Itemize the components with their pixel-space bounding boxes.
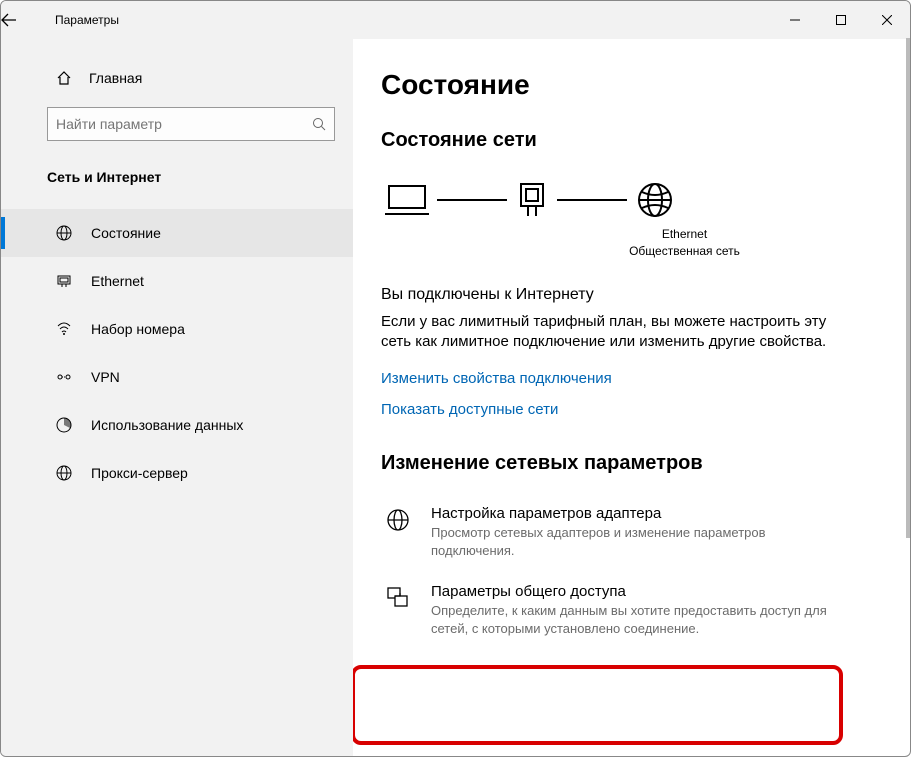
sidebar-item-dialup[interactable]: Набор номера <box>1 305 353 353</box>
highlight-annotation <box>353 665 843 745</box>
adapter-icon <box>385 505 415 559</box>
sharing-title: Параметры общего доступа <box>431 583 847 600</box>
sidebar-item-vpn[interactable]: VPN <box>1 353 353 401</box>
window-controls <box>772 1 910 39</box>
home-link[interactable]: Главная <box>1 61 353 103</box>
data-usage-icon <box>55 416 73 434</box>
back-button[interactable] <box>1 12 43 28</box>
sidebar-item-label: Набор номера <box>91 321 185 337</box>
sidebar-item-ethernet[interactable]: Ethernet <box>1 257 353 305</box>
arrow-left-icon <box>1 12 17 28</box>
title-bar: Параметры <box>1 1 910 39</box>
home-icon <box>55 69 73 87</box>
search-input[interactable] <box>56 116 312 132</box>
adapter-desc: Просмотр сетевых адаптеров и изменение п… <box>431 524 847 559</box>
change-connection-properties-link[interactable]: Изменить свойства подключения <box>381 370 880 387</box>
computer-icon <box>385 182 429 218</box>
content-area: Главная Сеть и Интернет Состояние <box>1 39 910 756</box>
ethernet-icon <box>55 272 73 290</box>
home-label: Главная <box>89 70 142 86</box>
show-available-networks-link[interactable]: Показать доступные сети <box>381 401 880 418</box>
proxy-icon <box>55 464 73 482</box>
sharing-settings-row[interactable]: Параметры общего доступа Определите, к к… <box>381 571 851 649</box>
scrollbar[interactable] <box>906 38 910 756</box>
sidebar-item-label: Прокси-сервер <box>91 465 188 481</box>
diagram-line <box>557 199 627 201</box>
sharing-icon <box>385 583 415 637</box>
sidebar-item-datausage[interactable]: Использование данных <box>1 401 353 449</box>
sidebar-item-status[interactable]: Состояние <box>1 209 353 257</box>
maximize-icon <box>836 15 846 25</box>
sidebar-item-label: Использование данных <box>91 417 243 433</box>
adapter-settings-row[interactable]: Настройка параметров адаптера Просмотр с… <box>381 493 851 571</box>
status-icon <box>55 224 73 242</box>
sidebar-item-label: VPN <box>91 369 120 385</box>
window-title: Параметры <box>43 13 772 27</box>
search-icon <box>312 117 326 131</box>
sidebar-item-label: Ethernet <box>91 273 144 289</box>
scrollbar-thumb[interactable] <box>906 38 910 538</box>
maximize-button[interactable] <box>818 1 864 39</box>
connection-type: Общественная сеть <box>489 243 880 260</box>
vpn-icon <box>55 368 73 386</box>
connection-name: Ethernet <box>489 226 880 243</box>
sidebar: Главная Сеть и Интернет Состояние <box>1 39 353 756</box>
change-settings-heading: Изменение сетевых параметров <box>381 452 880 475</box>
minimize-button[interactable] <box>772 1 818 39</box>
sidebar-item-label: Состояние <box>91 225 161 241</box>
diagram-labels: Ethernet Общественная сеть <box>489 226 880 260</box>
dialup-icon <box>55 320 73 338</box>
close-icon <box>882 15 892 25</box>
router-icon <box>515 180 549 220</box>
sharing-text: Параметры общего доступа Определите, к к… <box>431 583 847 637</box>
category-title: Сеть и Интернет <box>1 141 353 199</box>
search-box[interactable] <box>47 107 335 141</box>
sidebar-item-proxy[interactable]: Прокси-сервер <box>1 449 353 497</box>
main-content: Состояние Состояние сети Ethernet Общест… <box>353 39 910 756</box>
connected-body: Если у вас лимитный тарифный план, вы мо… <box>381 312 841 353</box>
adapter-title: Настройка параметров адаптера <box>431 505 847 522</box>
page-title: Состояние <box>381 69 880 101</box>
close-button[interactable] <box>864 1 910 39</box>
connected-heading: Вы подключены к Интернету <box>381 286 880 304</box>
network-diagram <box>381 170 880 226</box>
settings-window: Параметры Главная <box>0 0 911 757</box>
diagram-line <box>437 199 507 201</box>
status-heading: Состояние сети <box>381 129 880 152</box>
nav-list: Состояние Ethernet Набор номера <box>1 209 353 497</box>
adapter-text: Настройка параметров адаптера Просмотр с… <box>431 505 847 559</box>
sharing-desc: Определите, к каким данным вы хотите пре… <box>431 602 847 637</box>
minimize-icon <box>790 15 800 25</box>
globe-icon <box>635 180 675 220</box>
